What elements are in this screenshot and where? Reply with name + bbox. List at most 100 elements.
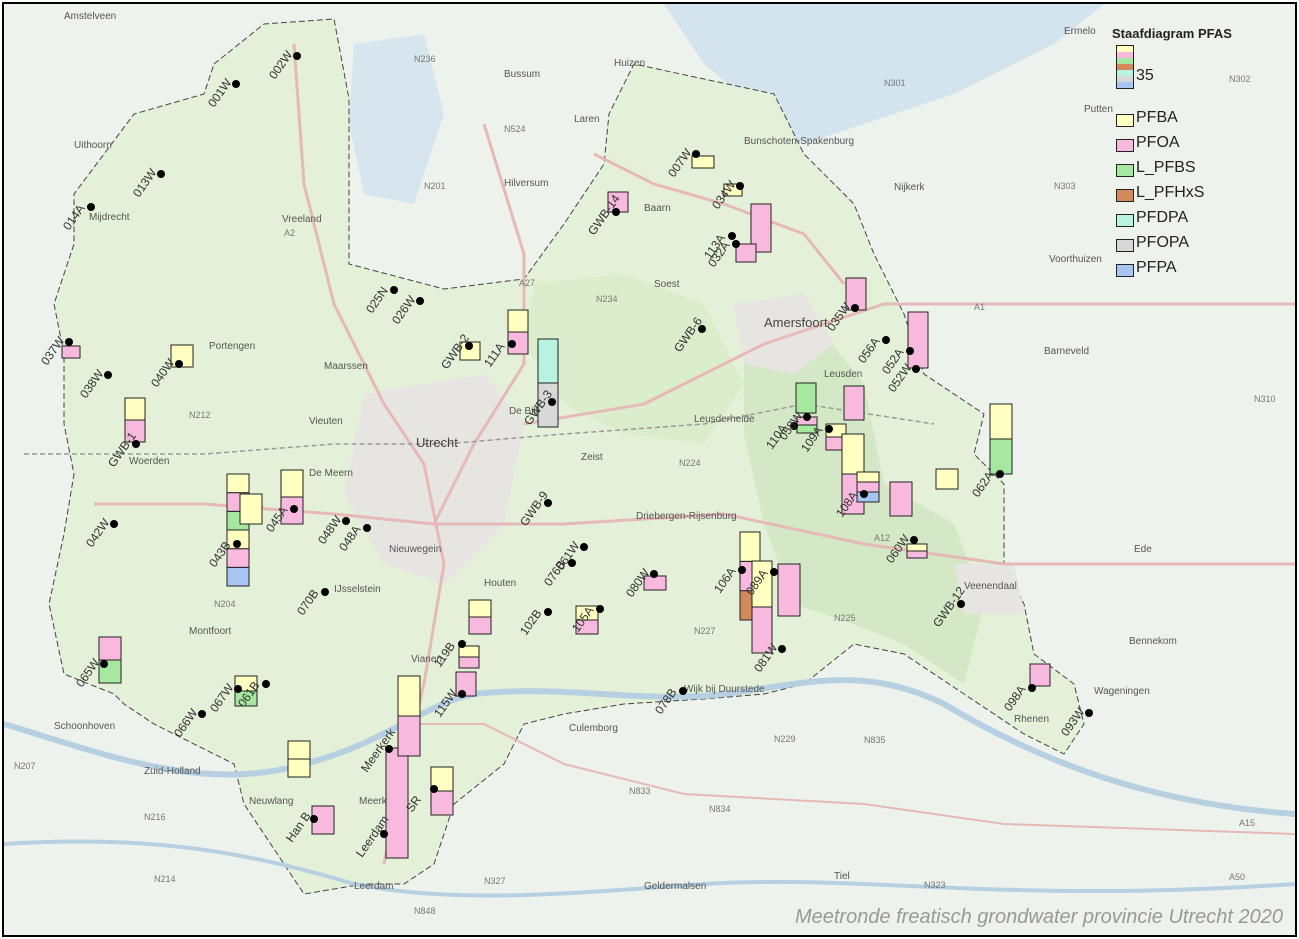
place-label: Huizen <box>614 58 645 69</box>
legend-scale: 35 <box>1112 45 1282 91</box>
sample-point[interactable] <box>321 588 329 596</box>
highway <box>404 723 1295 835</box>
road-label: A27 <box>519 278 535 288</box>
road-label: N524 <box>504 124 526 134</box>
sample-point[interactable] <box>262 680 270 688</box>
pfas-bar-segment <box>843 385 865 421</box>
sample-point[interactable] <box>882 336 890 344</box>
sample-point[interactable] <box>390 286 398 294</box>
road-label: N227 <box>694 626 716 636</box>
sample-point[interactable] <box>363 524 371 532</box>
sample-point[interactable] <box>770 568 778 576</box>
pfas-bar-segment <box>124 397 146 421</box>
pfas-bar-segment <box>397 715 421 757</box>
sample-point[interactable] <box>233 540 241 548</box>
road-label: N234 <box>596 294 618 304</box>
legend: Staafdiagram PFAS 35 PFBA PFOA L_PFBS L_PFH… <box>1112 26 1282 284</box>
legend-item: L_PFHxS <box>1112 184 1282 209</box>
place-label: Leerdam <box>354 881 393 892</box>
sample-point[interactable] <box>860 490 868 498</box>
place-label: Nijkerk <box>894 182 926 193</box>
pfas-bar-segment <box>856 481 880 493</box>
road-label: A12 <box>874 533 890 543</box>
place-label: Nieuwegein <box>389 544 441 555</box>
sample-point[interactable] <box>596 605 604 613</box>
sample-point[interactable] <box>544 608 552 616</box>
road-label: N323 <box>924 880 946 890</box>
pfas-bar-segment <box>906 543 928 552</box>
place-label: Culemborg <box>569 723 618 734</box>
legend-label: PFDPA <box>1136 209 1189 226</box>
sample-point[interactable] <box>825 425 833 433</box>
road-label: N848 <box>414 906 436 916</box>
pfas-bar-segment <box>287 758 311 778</box>
pfas-bar-segment <box>537 338 559 384</box>
pfas-bar-segment <box>1029 663 1051 687</box>
pfas-bar-segment <box>458 656 480 669</box>
sample-point[interactable] <box>679 687 687 695</box>
sample-point[interactable] <box>458 690 466 698</box>
place-label: Bennekom <box>1129 636 1177 647</box>
legend-swatch <box>1116 164 1134 177</box>
map-canvas[interactable]: Amstelveen Huizen Bussum Laren Hilversum Baar… <box>4 4 1295 935</box>
road-label: N236 <box>414 54 436 64</box>
place-label: Wageningen <box>1094 686 1150 697</box>
road-label: A50 <box>1229 872 1245 882</box>
legend-swatch <box>1116 264 1134 277</box>
legend-item: PFPA <box>1112 259 1282 284</box>
legend-swatch <box>1116 189 1134 202</box>
pfas-bar-segment <box>935 468 959 490</box>
place-label: Maarssen <box>324 361 368 372</box>
sample-point[interactable] <box>87 203 95 211</box>
sample-point[interactable] <box>996 470 1004 478</box>
sample-point[interactable] <box>458 640 466 648</box>
place-label: Soest <box>654 279 680 290</box>
pfas-bar-segment <box>889 481 913 517</box>
pfas-bar-segment <box>226 548 250 568</box>
pfas-bar-segment <box>468 616 492 635</box>
legend-label: PFOPA <box>1136 234 1190 251</box>
place-label: Neuwlang <box>249 796 293 807</box>
place-label: Ede <box>1134 544 1152 555</box>
legend-scale-value: 35 <box>1136 67 1154 84</box>
place-label: Schoonhoven <box>54 721 115 732</box>
legend-swatch <box>1116 239 1134 252</box>
place-label: De Meern <box>309 468 353 479</box>
road-label: N327 <box>484 876 506 886</box>
pfas-bar-segment <box>280 469 304 498</box>
place-label: Portengen <box>209 341 255 352</box>
sample-point[interactable] <box>732 240 740 248</box>
sample-point[interactable] <box>1028 684 1036 692</box>
pfas-bar-segment <box>777 563 801 617</box>
legend-item: PFOA <box>1112 134 1282 159</box>
place-label: Laren <box>574 114 600 125</box>
road-label: N201 <box>424 181 446 191</box>
sample-point[interactable] <box>290 505 298 513</box>
place-label: Zeist <box>581 452 603 463</box>
legend-label: PFBA <box>1136 109 1178 126</box>
pfas-bar-segment <box>856 471 880 483</box>
pfas-bar-segment <box>739 531 761 562</box>
pfas-bar-segment <box>841 433 865 475</box>
sample-point[interactable] <box>728 232 736 240</box>
map-title: Meetronde freatisch grondwater provincie… <box>794 906 1283 928</box>
sample-point[interactable] <box>738 566 746 574</box>
road-label: N212 <box>189 410 211 420</box>
road-label: N303 <box>1054 181 1076 191</box>
pfas-bar-segment <box>287 740 311 760</box>
sample-point[interactable] <box>906 347 914 355</box>
pfas-bar-segment <box>989 438 1013 475</box>
legend-label: PFOA <box>1136 134 1180 151</box>
sample-point[interactable] <box>430 785 438 793</box>
place-label: Voorthuizen <box>1049 254 1102 265</box>
place-label: IJsselstein <box>334 584 381 595</box>
province-outline <box>48 18 1085 895</box>
place-label: Zuid-Holland <box>144 766 201 777</box>
pfas-bar-segment <box>430 790 454 816</box>
place-label: Uithoorn <box>74 140 112 151</box>
road-label: N301 <box>884 78 906 88</box>
road-label: N207 <box>14 761 36 771</box>
place-label: Barneveld <box>1044 346 1089 357</box>
place-label: Tiel <box>834 871 850 882</box>
sample-point[interactable] <box>508 340 516 348</box>
